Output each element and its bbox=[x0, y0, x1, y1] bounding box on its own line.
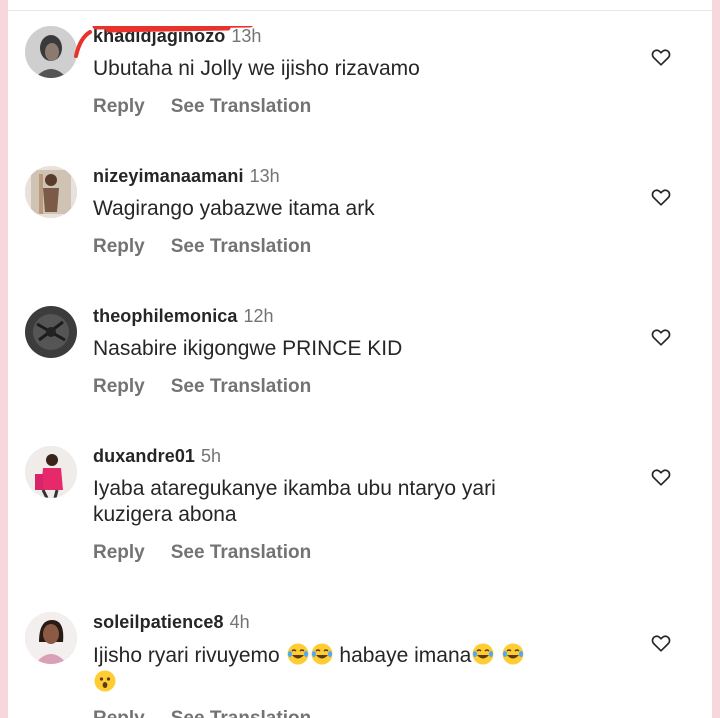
comment-meta: duxandre01 5h bbox=[93, 446, 221, 468]
username[interactable]: nizeyimanaamani bbox=[93, 166, 244, 186]
avatar[interactable] bbox=[25, 446, 77, 498]
heart-outline-icon[interactable] bbox=[650, 46, 672, 68]
username[interactable]: duxandre01 bbox=[93, 446, 195, 466]
comment-text: Ubutaha ni Jolly we ijisho rizavamo bbox=[93, 57, 420, 80]
comment-actions: Reply See Translation bbox=[93, 96, 337, 120]
comment-meta: khadidjaginozo 13h bbox=[93, 26, 261, 48]
comment-meta: theophilemonica 12h bbox=[93, 306, 274, 328]
avatar[interactable] bbox=[25, 166, 77, 218]
avatar[interactable] bbox=[25, 306, 77, 358]
reply-button[interactable]: Reply bbox=[93, 542, 145, 563]
comments-panel: khadidjaginozo 13h Ubutaha ni Jolly we ij… bbox=[8, 0, 712, 718]
comment-actions: Reply See Translation bbox=[93, 236, 337, 260]
heart-outline-icon[interactable] bbox=[650, 632, 672, 654]
comment-text-part: habaye imana bbox=[333, 644, 472, 667]
comment-text: Wagirango yabazwe itama ark bbox=[93, 197, 375, 220]
avatar[interactable] bbox=[25, 612, 77, 664]
timestamp: 13h bbox=[231, 26, 262, 46]
face-with-tears-of-joy-emoji bbox=[310, 642, 334, 666]
see-translation-button[interactable]: See Translation bbox=[171, 542, 311, 563]
comment-text-part: Ijisho ryari rivuyemo bbox=[93, 644, 286, 667]
comment-meta: soleilpatience8 4h bbox=[93, 612, 250, 634]
see-translation-button[interactable]: See Translation bbox=[171, 708, 311, 718]
heart-outline-icon[interactable] bbox=[650, 186, 672, 208]
reply-button[interactable]: Reply bbox=[93, 376, 145, 397]
username[interactable]: soleilpatience8 bbox=[93, 612, 224, 632]
see-translation-button[interactable]: See Translation bbox=[171, 236, 311, 257]
see-translation-button[interactable]: See Translation bbox=[171, 96, 311, 117]
username[interactable]: theophilemonica bbox=[93, 306, 238, 326]
comment-actions: Reply See Translation bbox=[93, 542, 337, 566]
top-divider bbox=[8, 10, 712, 11]
timestamp: 13h bbox=[249, 166, 280, 186]
face-with-tears-of-joy-emoji bbox=[286, 642, 310, 666]
reply-button[interactable]: Reply bbox=[93, 96, 145, 117]
face-with-tears-of-joy-emoji bbox=[471, 642, 495, 666]
face-with-tears-of-joy-emoji bbox=[501, 642, 525, 666]
avatar[interactable] bbox=[25, 26, 77, 78]
comment-actions: Reply See Translation bbox=[93, 376, 337, 400]
heart-outline-icon[interactable] bbox=[650, 466, 672, 488]
timestamp: 4h bbox=[229, 612, 250, 632]
see-translation-button[interactable]: See Translation bbox=[171, 376, 311, 397]
reply-button[interactable]: Reply bbox=[93, 236, 145, 257]
heart-outline-icon[interactable] bbox=[650, 326, 672, 348]
comment-text: Iyaba ataregukanye ikamba ubu ntaryo yar… bbox=[93, 477, 496, 526]
username[interactable]: khadidjaginozo bbox=[93, 26, 225, 46]
comment-meta: nizeyimanaamani 13h bbox=[93, 166, 280, 188]
comment-actions: Reply See Translation bbox=[93, 708, 337, 718]
comment-text: Nasabire ikigongwe PRINCE KID bbox=[93, 337, 403, 360]
reply-button[interactable]: Reply bbox=[93, 708, 145, 718]
timestamp: 12h bbox=[243, 306, 274, 326]
comment-text: Ijisho ryari rivuyemo habaye imana bbox=[93, 642, 613, 696]
timestamp: 5h bbox=[201, 446, 222, 466]
astonished-face-emoji bbox=[93, 669, 117, 693]
